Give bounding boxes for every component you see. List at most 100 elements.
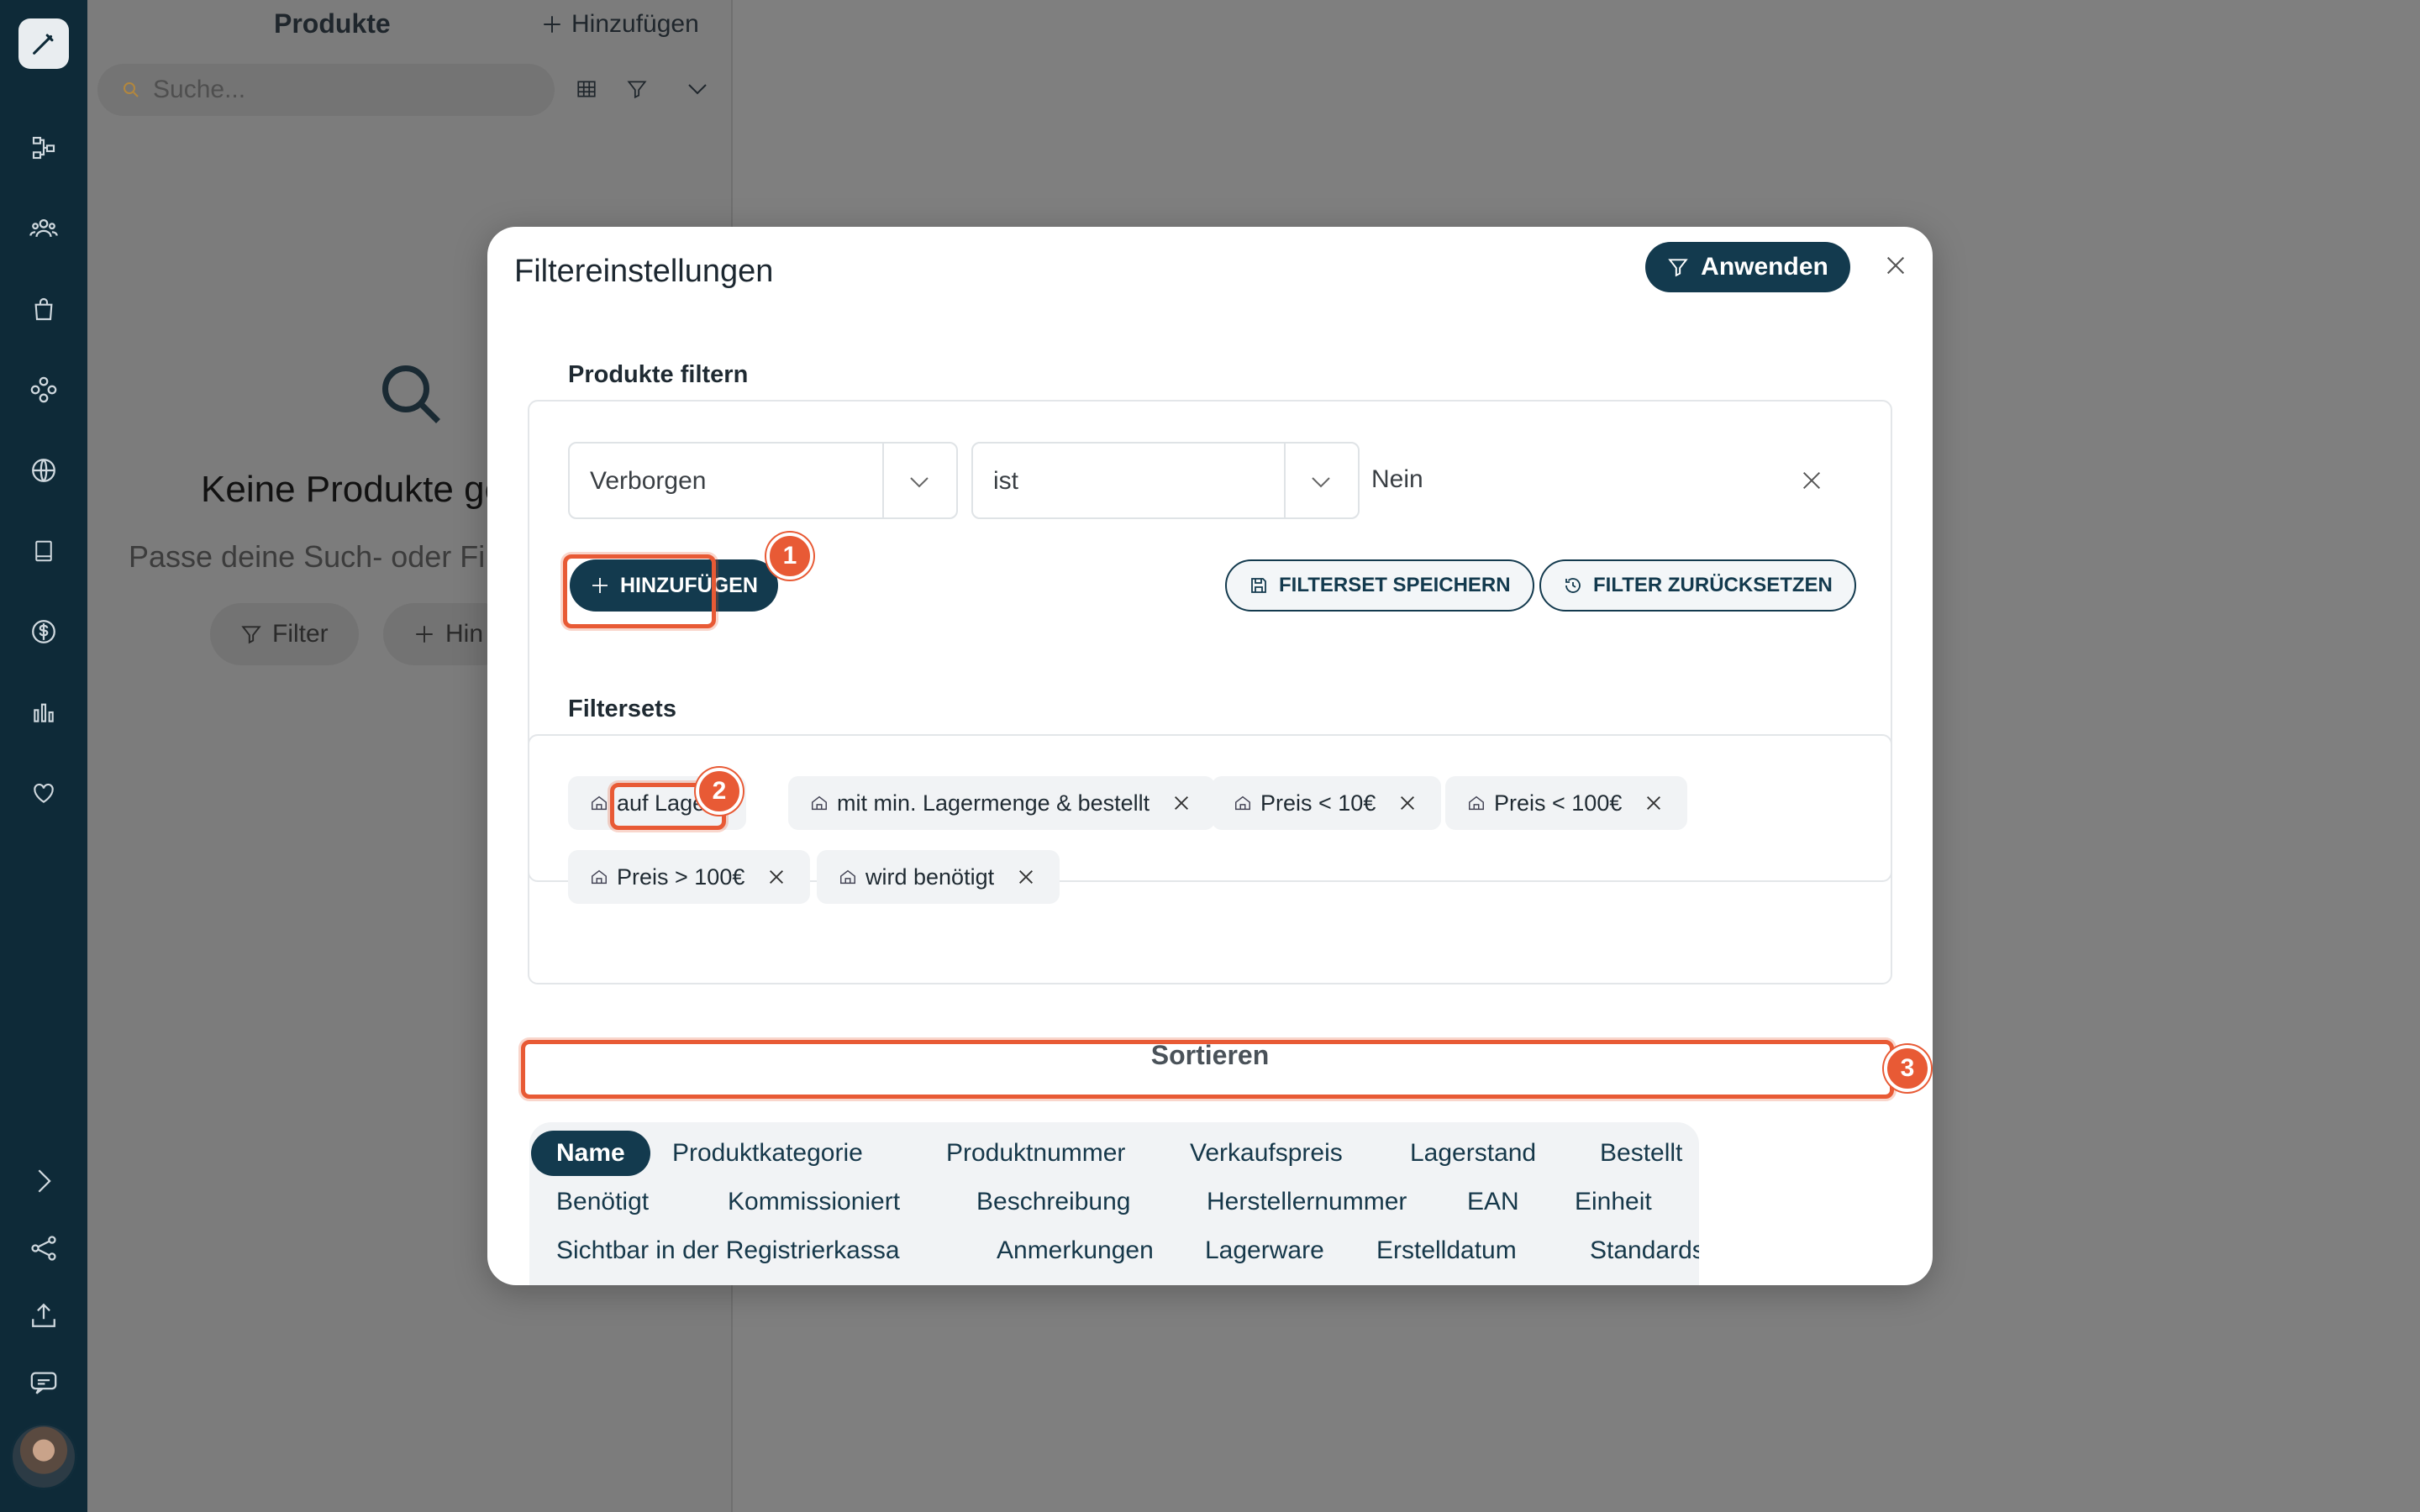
- filterset-chip[interactable]: mit min. Lagermenge & bestellt: [788, 776, 1216, 830]
- book-icon[interactable]: [24, 531, 64, 571]
- search-icon: [124, 82, 139, 97]
- dollar-icon[interactable]: [24, 612, 64, 652]
- filter-icon: [241, 626, 261, 644]
- chat-icon[interactable]: [24, 1362, 64, 1403]
- products-add-label: Hinzufügen: [571, 10, 699, 38]
- sort-option[interactable]: Produktkategorie: [672, 1139, 863, 1168]
- share-icon[interactable]: [24, 1228, 64, 1268]
- products-title: Produkte: [274, 8, 391, 39]
- avatar[interactable]: [10, 1423, 77, 1490]
- filterset-chip[interactable]: wird benötigt: [817, 850, 1060, 904]
- annotation-badge-2: 2: [696, 768, 743, 815]
- save-filterset-label: FILTERSET SPEICHERN: [1279, 574, 1511, 596]
- empty-state-title: Keine Produkte ge: [201, 469, 506, 510]
- sort-option[interactable]: Verkaufspreis: [1190, 1139, 1343, 1168]
- filter-icon[interactable]: [622, 74, 652, 104]
- chevron-right-icon[interactable]: [24, 1161, 64, 1201]
- remove-filterset-icon[interactable]: [765, 865, 788, 889]
- reset-filter-label: FILTER ZURÜCKSETZEN: [1593, 574, 1833, 596]
- sort-option[interactable]: EAN: [1467, 1188, 1519, 1216]
- filterset-label: Preis > 100€: [617, 864, 745, 890]
- home-icon: [592, 869, 607, 885]
- filterset-label: Preis < 100€: [1494, 790, 1623, 816]
- sort-option[interactable]: Bestellt: [1600, 1139, 1682, 1168]
- remove-filter-icon[interactable]: [1795, 464, 1828, 497]
- filterset-chip[interactable]: Preis < 100€: [1445, 776, 1688, 830]
- filtersets-label: Filtersets: [568, 696, 676, 722]
- filterset-chip[interactable]: Preis > 100€: [568, 850, 811, 904]
- products-add-button[interactable]: Hinzufügen: [541, 10, 699, 39]
- sort-option-name[interactable]: Name: [531, 1131, 650, 1176]
- upload-icon[interactable]: [24, 1295, 64, 1336]
- sort-option[interactable]: Erstelldatum: [1376, 1236, 1517, 1265]
- home-icon: [1469, 795, 1484, 811]
- sort-option[interactable]: Lagerware: [1205, 1236, 1324, 1265]
- annotation-highlight-3: [521, 1040, 1894, 1099]
- apply-button[interactable]: Anwenden: [1645, 242, 1850, 292]
- sort-option[interactable]: Benötigt: [556, 1188, 649, 1216]
- select-divider: [1284, 444, 1286, 517]
- save-icon: [1251, 578, 1266, 593]
- sort-option[interactable]: Sichtbar in der Registrierkassa: [556, 1236, 900, 1265]
- globe-icon[interactable]: [24, 450, 64, 491]
- plus-icon: [544, 16, 560, 33]
- home-icon: [1235, 795, 1250, 811]
- app-sidebar: [0, 0, 87, 1512]
- table-view-icon[interactable]: [571, 74, 602, 104]
- filterset-label: mit min. Lagermenge & bestellt: [837, 790, 1150, 816]
- sort-option[interactable]: Beschreibung: [976, 1188, 1130, 1216]
- filter-section-label: Produkte filtern: [568, 361, 749, 388]
- sort-option[interactable]: Kommissioniert: [728, 1188, 900, 1216]
- sort-options: Name Produktkategorie Produktnummer Verk…: [529, 1122, 1699, 1285]
- filter-icon: [1668, 259, 1688, 277]
- filter-operator-value: ist: [993, 467, 1018, 495]
- close-icon[interactable]: [1879, 249, 1912, 282]
- logo-brush-icon[interactable]: [18, 18, 69, 69]
- magnifier-icon: [376, 360, 447, 434]
- remove-filterset-icon[interactable]: [1170, 791, 1193, 815]
- filter-value[interactable]: Nein: [1371, 465, 1423, 494]
- remove-filterset-icon[interactable]: [1642, 791, 1665, 815]
- flow-icon[interactable]: [24, 128, 64, 168]
- modules-icon[interactable]: [24, 370, 64, 410]
- annotation-badge-3: 3: [1884, 1045, 1931, 1092]
- annotation-highlight-1: [563, 554, 716, 628]
- filterset-label: wird benötigt: [865, 864, 995, 890]
- filter-button[interactable]: Filter: [210, 603, 359, 665]
- sort-option[interactable]: Einheit: [1575, 1188, 1652, 1216]
- history-icon: [1565, 578, 1581, 593]
- modal-title: Filtereinstellungen: [514, 254, 774, 289]
- filter-operator-select[interactable]: ist: [971, 442, 1360, 519]
- filter-field-value: Verborgen: [590, 467, 707, 495]
- search-bar[interactable]: [97, 64, 555, 116]
- add-product-label: Hin: [445, 620, 484, 648]
- plus-icon: [416, 626, 433, 643]
- users-icon[interactable]: [24, 208, 64, 249]
- sort-option[interactable]: Anmerkungen: [997, 1236, 1154, 1265]
- empty-state-subtitle: Passe deine Such- oder Fi: [129, 539, 486, 574]
- chart-icon[interactable]: [24, 692, 64, 732]
- search-input[interactable]: [153, 76, 523, 104]
- filter-settings-modal: Filtereinstellungen Anwenden Produkte fi…: [487, 227, 1933, 1285]
- sort-option[interactable]: Standardsteuer: [1590, 1236, 1699, 1265]
- remove-filterset-icon[interactable]: [1396, 791, 1419, 815]
- home-icon: [840, 869, 855, 885]
- annotation-badge-1: 1: [766, 533, 813, 580]
- filterset-label: Preis < 10€: [1260, 790, 1376, 816]
- filter-button-label: Filter: [272, 620, 329, 648]
- reset-filter-button[interactable]: FILTER ZURÜCKSETZEN: [1539, 559, 1856, 612]
- filter-field-select[interactable]: Verborgen: [568, 442, 958, 519]
- home-icon: [812, 795, 827, 811]
- remove-filterset-icon[interactable]: [1014, 865, 1038, 889]
- bag-icon[interactable]: [24, 289, 64, 329]
- chevron-down-icon[interactable]: [682, 74, 713, 104]
- save-filterset-button[interactable]: FILTERSET SPEICHERN: [1225, 559, 1534, 612]
- select-divider: [882, 444, 884, 517]
- apply-label: Anwenden: [1701, 253, 1828, 281]
- home-icon: [592, 795, 607, 811]
- sort-option[interactable]: Herstellernummer: [1207, 1188, 1407, 1216]
- sort-option[interactable]: Lagerstand: [1410, 1139, 1536, 1168]
- sort-option[interactable]: Produktnummer: [946, 1139, 1125, 1168]
- filterset-chip[interactable]: Preis < 10€: [1212, 776, 1442, 830]
- heart-icon[interactable]: [24, 773, 64, 813]
